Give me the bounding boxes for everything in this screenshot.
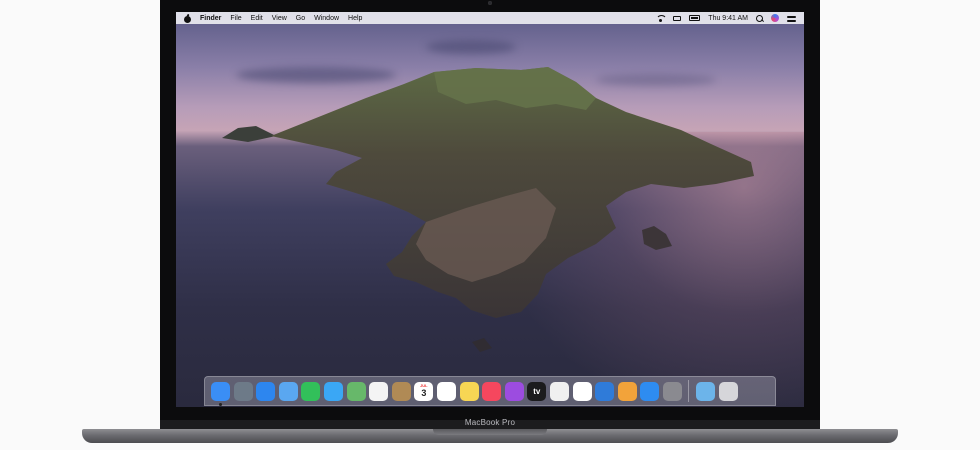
menu-file[interactable]: File — [230, 15, 241, 22]
mail-icon[interactable] — [278, 381, 298, 401]
downloads-folder-icon[interactable] — [696, 381, 716, 401]
launchpad-icon[interactable] — [233, 381, 253, 401]
podcasts-icon[interactable] — [504, 381, 524, 401]
contacts-icon[interactable] — [391, 381, 411, 401]
control-center-icon[interactable] — [787, 15, 796, 22]
menu-clock[interactable]: Thu 9:41 AM — [708, 15, 748, 22]
notes-icon[interactable] — [459, 381, 479, 401]
pages-icon[interactable] — [617, 381, 637, 401]
wallpaper-island — [222, 67, 754, 352]
apple-menu-icon[interactable] — [184, 14, 191, 23]
camera-icon — [488, 1, 492, 5]
menu-app-name[interactable]: Finder — [200, 15, 221, 22]
siri-icon[interactable] — [771, 14, 779, 22]
dock: JUL 3 tv — [204, 376, 776, 406]
news-icon[interactable] — [549, 381, 569, 401]
desktop[interactable]: Finder File Edit View Go Window Help Thu… — [176, 12, 804, 407]
facetime-icon[interactable] — [301, 381, 321, 401]
numbers-icon[interactable] — [572, 381, 592, 401]
tv-icon[interactable]: tv — [527, 381, 547, 401]
finder-icon[interactable] — [211, 381, 230, 406]
keynote-icon[interactable] — [595, 381, 615, 401]
search-icon[interactable] — [756, 14, 763, 22]
calendar-icon[interactable]: JUL 3 — [414, 381, 434, 401]
running-indicator — [219, 402, 222, 406]
menu-bar: Finder File Edit View Go Window Help Thu… — [176, 12, 804, 24]
tv-label: tv — [533, 386, 541, 396]
music-icon[interactable] — [482, 381, 502, 401]
menu-go[interactable]: Go — [296, 15, 305, 22]
safari-icon[interactable] — [256, 381, 276, 401]
app-store-icon[interactable] — [640, 381, 660, 401]
maps-icon[interactable] — [346, 381, 366, 401]
reminders-icon[interactable] — [436, 381, 456, 401]
messages-icon[interactable] — [323, 381, 343, 401]
menu-view[interactable]: View — [272, 15, 287, 22]
calendar-day: 3 — [421, 387, 427, 398]
menu-window[interactable]: Window — [314, 15, 339, 22]
menu-help[interactable]: Help — [348, 15, 362, 22]
menu-edit[interactable]: Edit — [251, 15, 263, 22]
system-preferences-icon[interactable] — [662, 381, 682, 401]
lid-notch — [433, 429, 547, 435]
airplay-icon[interactable] — [673, 15, 682, 21]
wifi-icon[interactable] — [656, 14, 668, 22]
photos-icon[interactable] — [369, 381, 389, 401]
trash-icon[interactable] — [718, 381, 738, 401]
model-label: MacBook Pro — [464, 418, 516, 427]
dock-separator — [688, 380, 690, 402]
battery-icon[interactable] — [689, 15, 701, 21]
